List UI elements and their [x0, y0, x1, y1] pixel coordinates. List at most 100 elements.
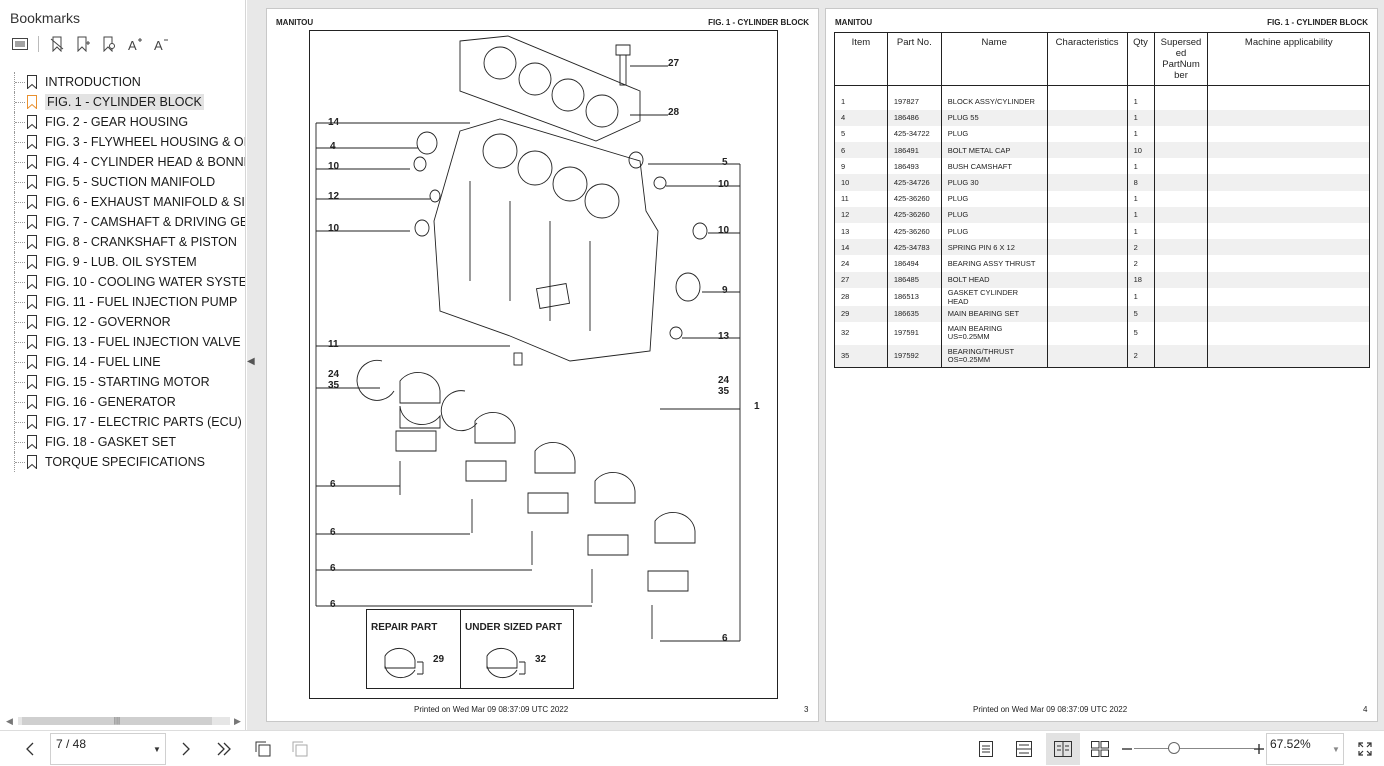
fullscreen-icon[interactable] [1355, 739, 1375, 759]
next-page-icon[interactable] [176, 739, 196, 759]
cylinder-block-drawing [315, 35, 741, 642]
single-page-view-icon[interactable] [976, 739, 996, 759]
callout-1: 1 [754, 401, 760, 412]
cell-part-no: 425-34783 [886, 239, 942, 256]
rotate-view-icon[interactable] [253, 739, 273, 759]
undersized-part-bearing-drawing [486, 647, 526, 679]
bookmark-item[interactable]: FIG. 17 - ELECTRIC PARTS (ECU) [0, 412, 245, 432]
remove-bookmark-icon[interactable] [47, 34, 67, 54]
callout-11: 11 [328, 339, 339, 350]
sidebar-horizontal-scrollbar[interactable]: ◀ ||| ▶ [4, 714, 244, 728]
cell-machine-applicability [1207, 223, 1370, 240]
legend-divider [460, 610, 461, 688]
cell-characteristics [1046, 321, 1128, 345]
bookmark-item[interactable]: INTRODUCTION [0, 72, 245, 92]
bookmark-item[interactable]: FIG. 3 - FLYWHEEL HOUSING & OIL SU [0, 132, 245, 152]
cell-item: 28 [834, 287, 888, 306]
bookmark-item[interactable]: FIG. 5 - SUCTION MANIFOLD [0, 172, 245, 192]
cell-name: MAIN BEARING SET [940, 305, 1048, 322]
head-bolt-drawing [615, 44, 631, 86]
bookmarks-panel: Bookmarks A A INTRODUCTION FIG. 1 - CYLIN… [0, 0, 246, 730]
tree-connector [14, 292, 25, 312]
cell-name: BEARING ASSY THRUST [940, 255, 1048, 272]
bookmark-icon [26, 295, 38, 310]
bookmark-item[interactable]: TORQUE SPECIFICATIONS [0, 452, 245, 472]
bookmark-item[interactable]: FIG. 12 - GOVERNOR [0, 312, 245, 332]
col-header-machine-applicability: Machine applicability [1207, 32, 1370, 86]
cell-qty: 10 [1126, 142, 1155, 159]
svg-text:A: A [128, 38, 137, 52]
zoom-dropdown-icon[interactable]: ▼ [1332, 745, 1340, 754]
cell-characteristics [1046, 142, 1128, 159]
bookmark-icon [26, 335, 38, 350]
cell-characteristics [1046, 239, 1128, 256]
bookmark-item[interactable]: FIG. 8 - CRANKSHAFT & PISTON [0, 232, 245, 252]
last-page-icon[interactable] [214, 739, 234, 759]
callout-4: 4 [330, 141, 336, 152]
two-page-continuous-icon[interactable] [1090, 739, 1110, 759]
cell-superseded [1153, 142, 1209, 159]
zoom-slider-track[interactable] [1134, 748, 1254, 749]
bookmark-label: FIG. 10 - COOLING WATER SYSTEM [45, 275, 245, 289]
two-page-view-icon[interactable] [1053, 739, 1073, 759]
cell-item: 4 [834, 109, 888, 126]
bookmark-icon [26, 175, 38, 190]
cell-part-no: 186493 [886, 158, 942, 175]
page-brand: MANITOU [835, 18, 873, 27]
cell-item: 32 [834, 321, 888, 345]
bookmark-search-icon[interactable] [99, 34, 119, 54]
bookmark-item[interactable]: FIG. 6 - EXHAUST MANIFOLD & SILEN [0, 192, 245, 212]
cell-name: BUSH CAMSHAFT [940, 158, 1048, 175]
bookmark-item[interactable]: FIG. 1 - CYLINDER BLOCK [0, 92, 245, 112]
cell-item: 14 [834, 239, 888, 256]
bookmark-item[interactable]: FIG. 15 - STARTING MOTOR [0, 372, 245, 392]
page-number-field[interactable]: 7 / 48 [50, 733, 166, 765]
options-menu-icon[interactable] [10, 34, 30, 54]
cell-machine-applicability [1207, 190, 1370, 207]
cell-superseded [1153, 158, 1209, 175]
cell-item: 11 [834, 190, 888, 207]
cell-qty: 2 [1126, 344, 1155, 369]
cell-characteristics [1046, 174, 1128, 191]
bookmark-label: FIG. 18 - GASKET SET [45, 435, 177, 449]
bookmark-item[interactable]: FIG. 9 - LUB. OIL SYSTEM [0, 252, 245, 272]
scroll-left-icon[interactable]: ◀ [6, 716, 13, 727]
cell-characteristics [1046, 158, 1128, 175]
continuous-view-icon[interactable] [1014, 739, 1034, 759]
collapse-sidebar-icon[interactable]: ◀ [247, 356, 255, 367]
bookmark-item[interactable]: FIG. 18 - GASKET SET [0, 432, 245, 452]
scroll-right-icon[interactable]: ▶ [234, 716, 241, 727]
cell-qty: 1 [1126, 109, 1155, 126]
scrollbar-thumb[interactable]: ||| [22, 717, 212, 725]
cell-superseded [1153, 287, 1209, 306]
cell-machine-applicability [1207, 125, 1370, 143]
bookmark-label: INTRODUCTION [45, 75, 141, 89]
table-header-row: Item Part No. Name Characteristics Qty S… [834, 32, 1370, 86]
increase-text-size-icon[interactable]: A [125, 34, 145, 54]
bookmark-item[interactable]: FIG. 14 - FUEL LINE [0, 352, 245, 372]
bookmark-item[interactable]: FIG. 10 - COOLING WATER SYSTEM [0, 272, 245, 292]
cell-characteristics [1046, 255, 1128, 272]
decrease-text-size-icon[interactable]: A [151, 34, 171, 54]
page-dropdown-icon[interactable]: ▼ [153, 745, 161, 754]
cell-name: GASKET CYLINDER HEAD [940, 287, 1048, 306]
zoom-out-icon[interactable] [1117, 739, 1137, 759]
bookmark-item[interactable]: FIG. 11 - FUEL INJECTION PUMP [0, 292, 245, 312]
previous-page-icon[interactable] [20, 739, 40, 759]
bookmark-label: FIG. 5 - SUCTION MANIFOLD [45, 175, 216, 189]
cell-machine-applicability [1207, 305, 1370, 322]
zoom-slider-thumb[interactable] [1167, 742, 1180, 754]
bookmark-item[interactable]: FIG. 13 - FUEL INJECTION VALVE [0, 332, 245, 352]
bookmark-tree: INTRODUCTION FIG. 1 - CYLINDER BLOCK FIG. … [0, 72, 245, 712]
callout-6-a: 6 [330, 479, 336, 490]
copy-page-icon[interactable] [290, 739, 310, 759]
bookmark-item[interactable]: FIG. 4 - CYLINDER HEAD & BONNET [0, 152, 245, 172]
bookmark-item[interactable]: FIG. 2 - GEAR HOUSING [0, 112, 245, 132]
cell-part-no: 425-36260 [886, 206, 942, 223]
bookmark-label: FIG. 17 - ELECTRIC PARTS (ECU) [45, 415, 242, 429]
cell-qty: 2 [1126, 255, 1155, 272]
bookmark-item[interactable]: FIG. 7 - CAMSHAFT & DRIVING GEAR [0, 212, 245, 232]
add-bookmark-icon[interactable] [73, 34, 93, 54]
cell-machine-applicability [1207, 344, 1370, 369]
bookmark-item[interactable]: FIG. 16 - GENERATOR [0, 392, 245, 412]
